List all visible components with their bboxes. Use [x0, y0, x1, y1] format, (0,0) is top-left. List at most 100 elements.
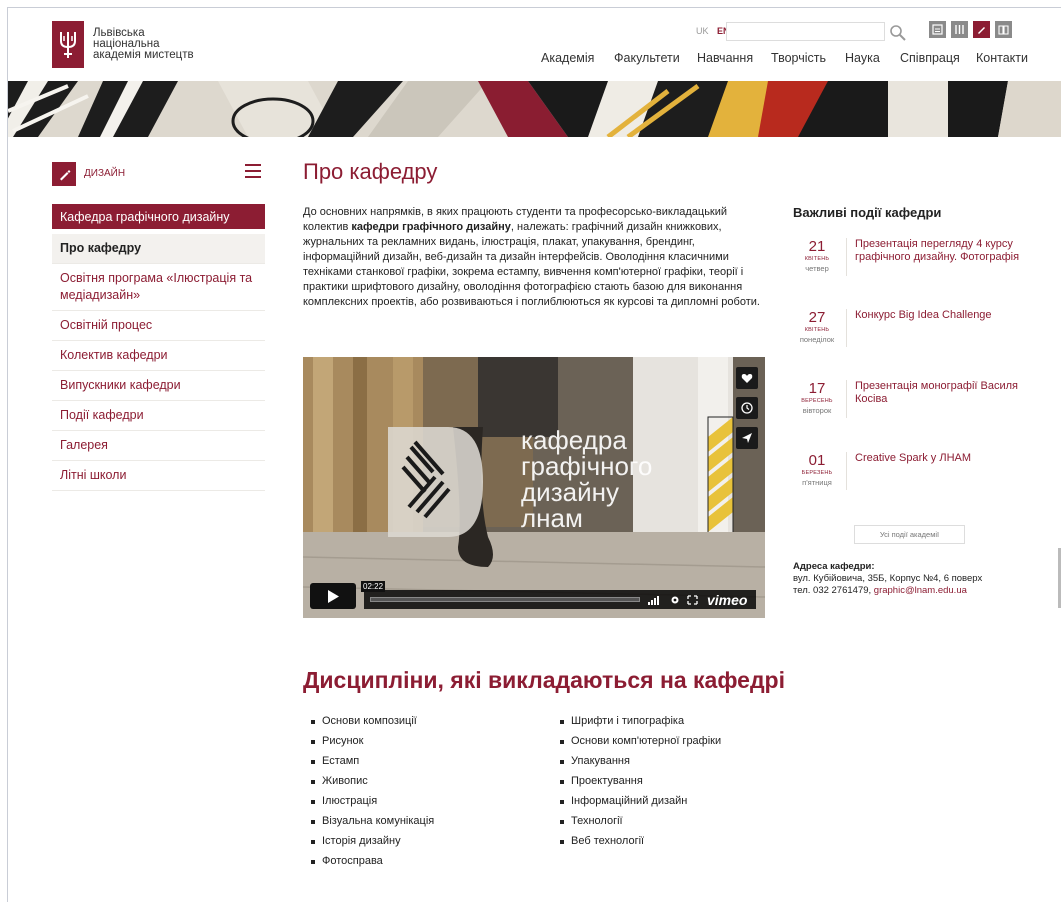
pen-icon [52, 162, 76, 186]
discipline-item: Естамп [307, 756, 434, 776]
event-date: 21 квітень четвер [793, 238, 841, 273]
academy-logo[interactable]: Львівська національна академія мистецтв [52, 21, 223, 68]
discipline-item: Основи комп'ютерної графіки [556, 736, 721, 756]
discipline-item: Фотосправа [307, 856, 434, 876]
event-weekday: четвер [805, 264, 829, 273]
discipline-item: Ілюстрація [307, 796, 434, 816]
event-day: 21 [808, 238, 826, 255]
event-month: березень [801, 470, 833, 476]
columns-icon[interactable] [951, 21, 968, 38]
pen-icon[interactable] [973, 21, 990, 38]
event-month: квітень [804, 327, 830, 333]
sidebar-item-summer-schools[interactable]: Літні школи [52, 461, 265, 491]
discipline-item: Веб технології [556, 836, 721, 856]
sidebar-item-events[interactable]: Події кафедри [52, 401, 265, 431]
event-weekday: вівторок [802, 406, 832, 415]
nav-creativity[interactable]: Творчість [771, 51, 826, 65]
video-progress-track[interactable] [370, 597, 640, 602]
event-day: 17 [808, 380, 826, 397]
department-header: дизайн [52, 162, 265, 186]
fullscreen-icon [687, 595, 698, 605]
address-email-link[interactable]: graphic@lnam.edu.ua [874, 585, 967, 596]
address-label: Адреса кафедри: [793, 561, 875, 572]
sidebar-item-gallery[interactable]: Галерея [52, 431, 265, 461]
window-frame-left [7, 7, 8, 902]
discipline-item: Історія дизайну [307, 836, 434, 856]
address-line: вул. Кубійовича, 35Б, Корпус №4, 6 повер… [793, 573, 983, 584]
event-date: 01 березень п'ятниця [793, 452, 841, 487]
top-icon-bar [929, 21, 1012, 38]
video-overlay-line-2: графічного [521, 451, 653, 481]
sidebar-item-about[interactable]: Про кафедру [52, 234, 265, 264]
vimeo-logo[interactable]: vimeo [707, 592, 747, 608]
disciplines-title: Дисципліни, які викладаються на кафедрі [303, 667, 785, 693]
discipline-item: Живопис [307, 776, 434, 796]
intro-text-end: , належать: графічний дизайн книжкових, … [303, 221, 760, 308]
sidebar-item-staff[interactable]: Колектив кафедри [52, 341, 265, 371]
share-send-icon[interactable] [736, 427, 758, 449]
sidebar-item-process[interactable]: Освітній процес [52, 311, 265, 341]
event-title-link[interactable]: Creative Spark у ЛНАМ [855, 452, 1021, 465]
event-day: 27 [808, 309, 826, 326]
nav-science[interactable]: Наука [845, 51, 880, 65]
video-overlay-line-3: дизайну [521, 477, 619, 507]
volume-bars-icon [648, 596, 659, 605]
discipline-item: Основи композиції [307, 716, 434, 736]
discipline-item: Упакування [556, 756, 721, 776]
video-play-button[interactable] [310, 583, 356, 609]
all-events-button[interactable]: Усі події академії [854, 525, 965, 544]
calendar-icon[interactable] [929, 21, 946, 38]
search-icon[interactable] [889, 24, 907, 42]
address-phone: тел. 032 2761479, [793, 585, 874, 596]
department-name: дизайн [84, 168, 126, 179]
discipline-item: Проектування [556, 776, 721, 796]
event-date: 17 вересень вівторок [793, 380, 841, 415]
window-frame-top [7, 7, 1061, 8]
sidebar-section-graphic-design[interactable]: Кафедра графічного дизайну [52, 204, 265, 229]
lang-uk-link[interactable]: UK [696, 26, 709, 36]
logo-text: Львівська національна академія мистецтв [93, 27, 223, 61]
event-date: 27 квітень понеділок [793, 309, 841, 344]
event-day: 01 [808, 452, 826, 469]
logo-line-3: академія мистецтв [93, 49, 194, 61]
event-month: вересень [801, 398, 833, 404]
intro-text-bold: кафедри графічного дизайну [351, 221, 511, 233]
nav-academy[interactable]: Академія [541, 51, 594, 65]
language-switcher: UK EN [696, 26, 730, 36]
watch-later-clock-icon[interactable] [736, 397, 758, 419]
event-title-link[interactable]: Презентація монографії Василя Косіва [855, 380, 1021, 406]
video-control-icons [648, 595, 698, 605]
nav-contacts[interactable]: Контакти [976, 51, 1028, 65]
discipline-item: Шрифти і типографіка [556, 716, 721, 736]
disciplines-list-left: Основи композиції Рисунок Естамп Живопис… [307, 716, 434, 876]
nav-education[interactable]: Навчання [697, 51, 753, 65]
department-address: Адреса кафедри: вул. Кубійовича, 35Б, Ко… [793, 561, 1053, 597]
book-icon[interactable] [995, 21, 1012, 38]
sidebar-item-program[interactable]: Освітня програма «Ілюстрація та медіадиз… [52, 264, 265, 311]
menu-hamburger-icon[interactable] [245, 164, 261, 180]
intro-paragraph: До основних напрямків, в яких працюють с… [303, 205, 765, 310]
event-divider [846, 238, 847, 276]
event-title-link[interactable]: Презентація перегляду 4 курсу графічного… [855, 238, 1021, 264]
search-input[interactable] [726, 22, 885, 41]
sidebar-item-alumni[interactable]: Випускники кафедри [52, 371, 265, 401]
page-title: Про кафедру [303, 159, 438, 184]
discipline-item: Рисунок [307, 736, 434, 756]
like-heart-icon[interactable] [736, 367, 758, 389]
video-overlay-text: кафедра графічного дизайну лнам [521, 427, 652, 531]
event-weekday: п'ятниця [802, 478, 832, 487]
discipline-item: Технології [556, 816, 721, 836]
header-banner-image [8, 81, 1061, 137]
settings-gear-icon [671, 596, 679, 604]
events-title: Важливі події кафедри [793, 205, 942, 220]
nav-cooperation[interactable]: Співпраця [900, 51, 960, 65]
discipline-item: Інформаційний дизайн [556, 796, 721, 816]
video-time-label: 02:22 [361, 581, 386, 592]
event-divider [846, 380, 847, 418]
sidebar-menu: Про кафедру Освітня програма «Ілюстрація… [52, 234, 265, 491]
event-month: квітень [804, 256, 830, 262]
video-overlay-line-1: кафедра [521, 425, 627, 455]
event-title-link[interactable]: Конкурс Big Idea Challenge [855, 309, 1021, 322]
event-divider [846, 452, 847, 490]
nav-faculties[interactable]: Факультети [614, 51, 680, 65]
